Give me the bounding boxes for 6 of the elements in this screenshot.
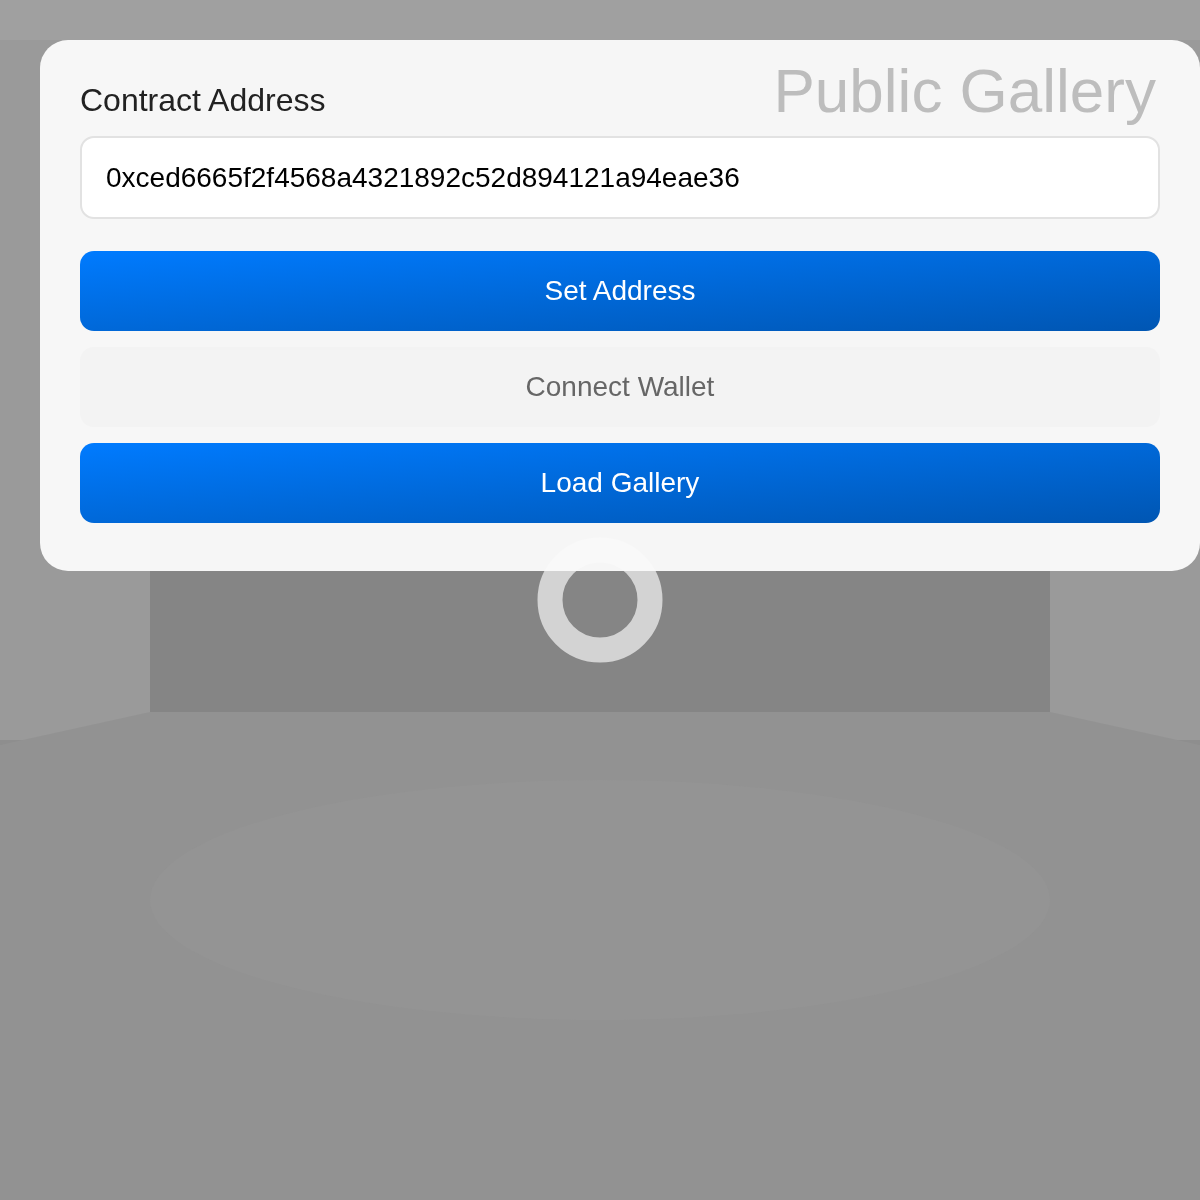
- secondary-button[interactable]: Connect Wallet: [80, 347, 1160, 427]
- field-label: Contract Address: [80, 81, 326, 120]
- primary-button[interactable]: Set Address: [80, 251, 1160, 331]
- address-input[interactable]: 0xced6665f2f4568a4321892c52d894121a94eae36: [80, 136, 1160, 219]
- gallery-title: Public Gallery: [773, 55, 1156, 127]
- primary-button[interactable]: Load Gallery: [80, 443, 1160, 523]
